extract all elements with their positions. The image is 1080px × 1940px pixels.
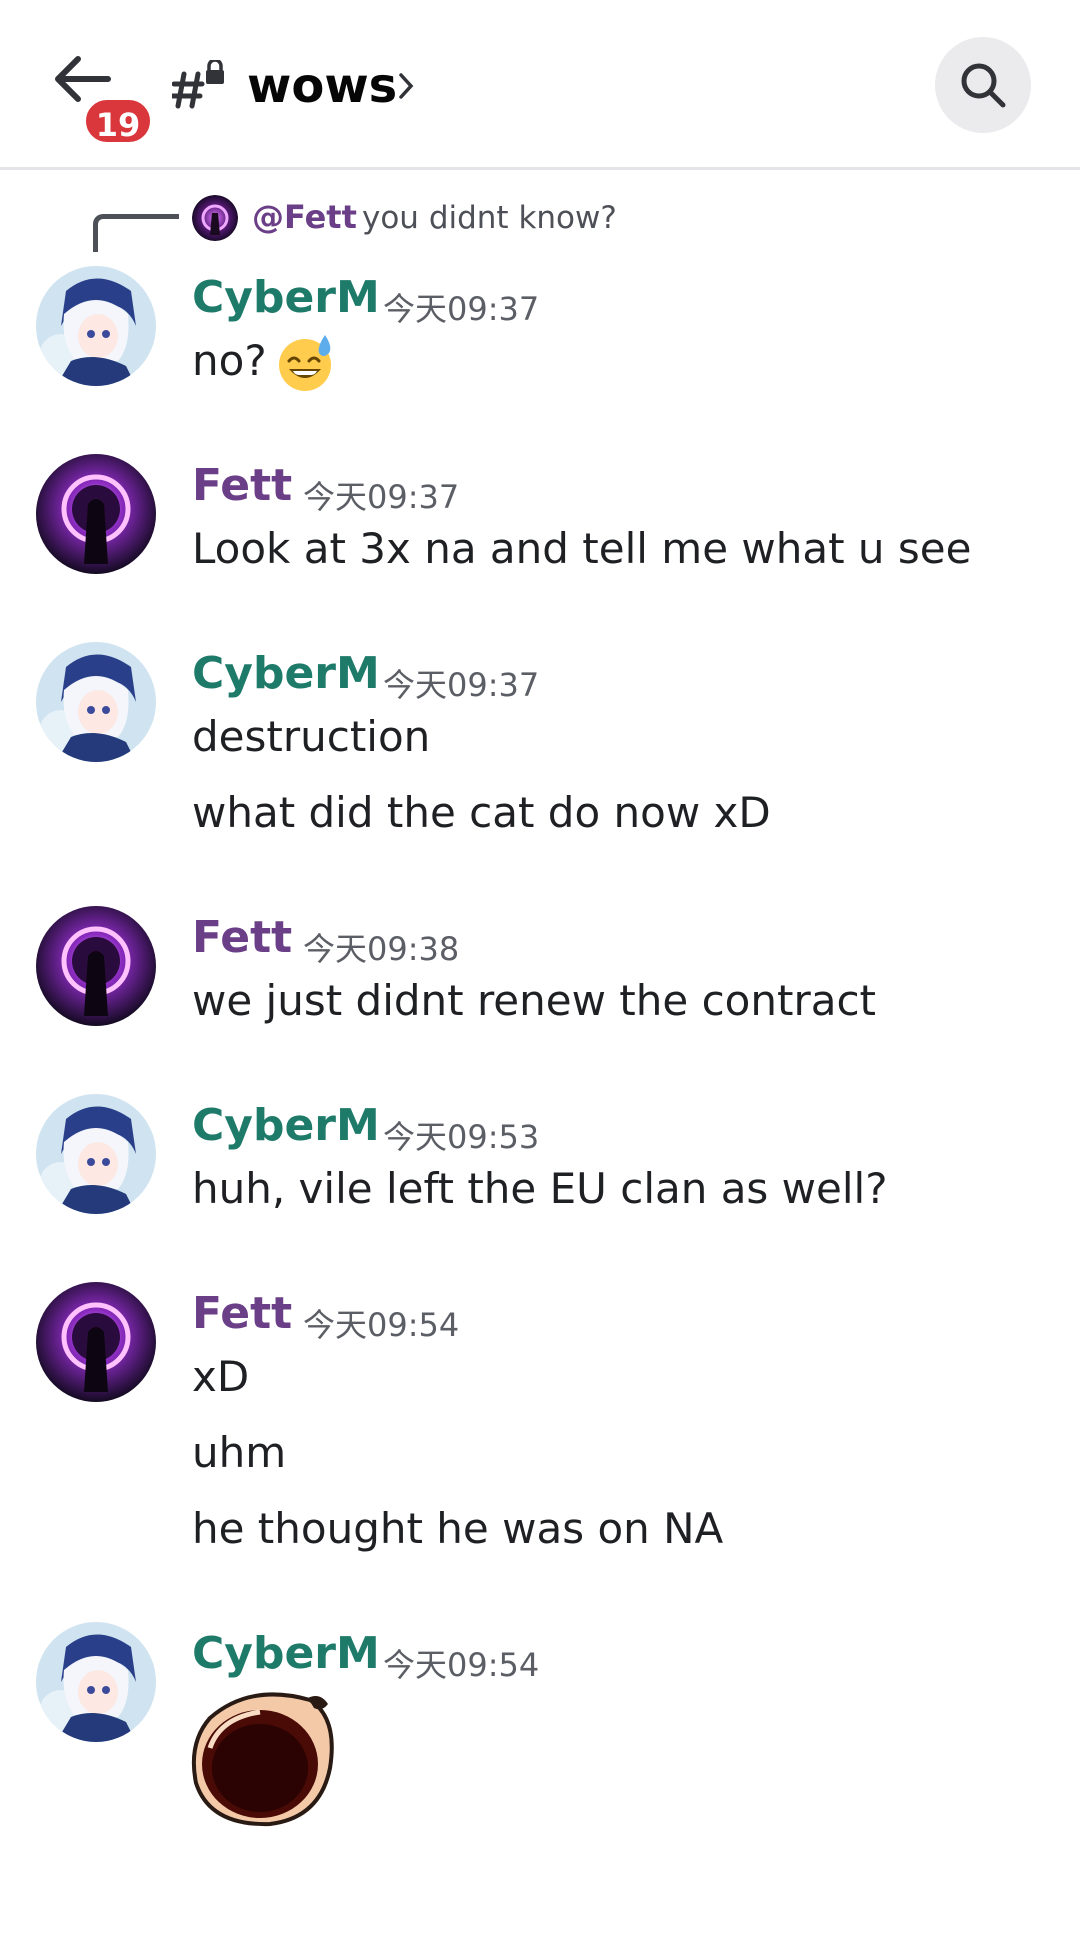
message-author[interactable]: CyberM	[192, 1628, 380, 1679]
message-author[interactable]: CyberM	[192, 272, 380, 323]
chevron-right-icon[interactable]	[398, 72, 414, 100]
message-timestamp: 今天09:53	[383, 1118, 540, 1156]
message-text: no?	[192, 336, 267, 385]
search-icon	[961, 63, 1006, 108]
message-text: huh, vile left the EU clan as well?	[192, 1164, 888, 1213]
avatar-cyberm[interactable]	[36, 1622, 156, 1742]
avatar-cyberm[interactable]	[36, 1094, 156, 1214]
message-text: xD	[192, 1352, 250, 1401]
message-timestamp: 今天09:37	[383, 290, 540, 328]
reply-connector	[93, 214, 179, 252]
back-button[interactable]: 19	[52, 55, 154, 146]
message-text: destruction	[192, 712, 431, 761]
channel-name[interactable]: wows	[247, 58, 397, 114]
message-author[interactable]: Fett	[192, 1288, 292, 1339]
message-timestamp: 今天09:54	[303, 1306, 460, 1344]
message-timestamp: 今天09:37	[303, 478, 460, 516]
message-text: Look at 3x na and tell me what u see	[192, 524, 972, 573]
reply-mention[interactable]: @Fett	[252, 198, 357, 236]
reply-preview-text[interactable]: you didnt know?	[362, 200, 617, 236]
sweat-smile-emoji-icon	[279, 335, 331, 391]
message-author[interactable]: CyberM	[192, 648, 380, 699]
avatar-fett[interactable]	[36, 454, 156, 574]
message-timestamp: 今天09:38	[303, 930, 460, 968]
channel-header: 19 wows	[0, 0, 1080, 170]
message-text: uhm	[192, 1428, 287, 1477]
reply-avatar-fett[interactable]	[192, 195, 238, 241]
avatar-fett[interactable]	[36, 1282, 156, 1402]
avatar-cyberm[interactable]	[36, 266, 156, 386]
message-author[interactable]: CyberM	[192, 1100, 380, 1151]
message-author[interactable]: Fett	[192, 460, 292, 511]
message-timestamp: 今天09:54	[383, 1646, 540, 1684]
message-timestamp: 今天09:37	[383, 666, 540, 704]
message-text: he thought he was on NA	[192, 1504, 724, 1553]
screaming-mouth-sticker[interactable]	[190, 1688, 338, 1828]
message-text: we just didnt renew the contract	[192, 976, 877, 1025]
message-text: what did the cat do now xD	[192, 788, 771, 837]
avatar-cyberm[interactable]	[36, 642, 156, 762]
avatar-fett[interactable]	[36, 906, 156, 1026]
text-channel-locked-icon	[169, 58, 228, 110]
unread-badge: 19	[82, 96, 154, 146]
search-button[interactable]	[935, 37, 1031, 133]
message-author[interactable]: Fett	[192, 912, 292, 963]
